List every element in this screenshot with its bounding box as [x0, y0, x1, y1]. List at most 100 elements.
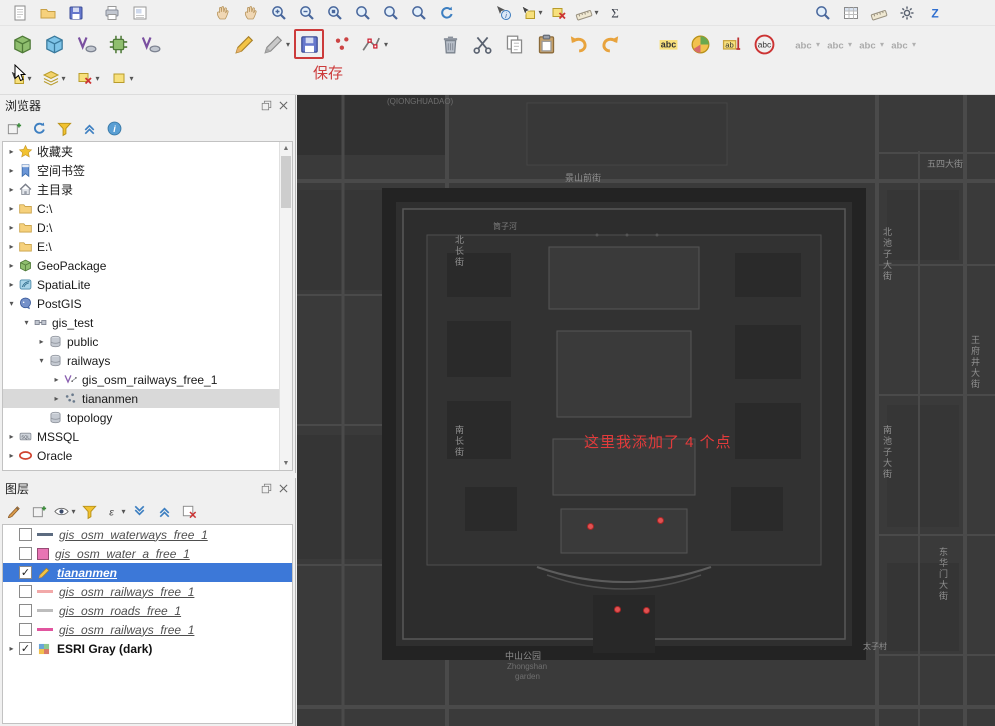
browser-item-gis-test[interactable]: ▾ gis_test [3, 313, 292, 332]
expander-icon[interactable]: ▾ [36, 356, 47, 365]
show-properties-button[interactable]: i [103, 117, 126, 140]
scroll-down-icon[interactable]: ▼ [280, 457, 292, 470]
save-layer-edits-button[interactable] [294, 29, 324, 59]
layer-checkbox[interactable] [19, 528, 32, 541]
expander-icon[interactable]: ▾ [21, 318, 32, 327]
expander-icon[interactable]: ▾ [6, 299, 17, 308]
browser-item-spatial-bookmarks[interactable]: ▸ 空间书签 [3, 161, 292, 180]
browser-scrollbar[interactable]: ▲ ▼ [279, 142, 292, 470]
expander-icon[interactable]: ▸ [6, 204, 17, 213]
expander-icon[interactable]: ▸ [6, 644, 17, 653]
dropdown-arrow-icon[interactable]: ▾ [121, 507, 125, 516]
dropdown-arrow-icon[interactable]: ▾ [71, 507, 75, 516]
zoom-next-button[interactable] [406, 1, 432, 25]
new-mesh-layer-button[interactable] [135, 29, 165, 59]
zoom-to-selection-button[interactable] [350, 1, 376, 25]
scroll-up-icon[interactable]: ▲ [280, 142, 292, 155]
browser-item-drive-e[interactable]: ▸ E:\ [3, 237, 292, 256]
layout-manager-button[interactable] [127, 1, 153, 25]
zoom-in-button[interactable] [266, 1, 292, 25]
browser-item-home[interactable]: ▸ 主目录 [3, 180, 292, 199]
layer-checkbox[interactable] [19, 604, 32, 617]
paste-features-button[interactable] [531, 29, 561, 59]
select-features-button[interactable]: ▾ [518, 1, 544, 25]
dropdown-arrow-icon[interactable]: ▾ [816, 40, 820, 49]
dropdown-arrow-icon[interactable]: ▾ [286, 40, 290, 49]
close-panel-icon[interactable] [277, 482, 290, 495]
dropdown-arrow-icon[interactable]: ▾ [95, 74, 99, 83]
identify-features-button[interactable]: i [490, 1, 516, 25]
browser-item-drive-c[interactable]: ▸ C:\ [3, 199, 292, 218]
layer-checkbox[interactable] [19, 547, 32, 560]
remove-layer-button[interactable] [178, 500, 201, 523]
open-attribute-table-button[interactable] [838, 1, 864, 25]
dropdown-arrow-icon[interactable]: ▾ [848, 40, 852, 49]
measure-line-button[interactable] [866, 1, 892, 25]
options-button[interactable] [894, 1, 920, 25]
dropdown-arrow-icon[interactable]: ▾ [880, 40, 884, 49]
pin-unpin-labels-button[interactable]: ab [717, 29, 747, 59]
expander-icon[interactable]: ▸ [51, 375, 62, 384]
expand-all-button[interactable] [128, 500, 151, 523]
layer-labeling-options-button[interactable]: abc [653, 29, 683, 59]
new-virtual-layer-button[interactable] [71, 29, 101, 59]
toggle-editing-button[interactable] [229, 29, 259, 59]
expander-icon[interactable]: ▸ [6, 242, 17, 251]
current-edits-button[interactable]: ▾ [261, 29, 291, 59]
redo-button[interactable] [595, 29, 625, 59]
delete-selected-button[interactable] [435, 29, 465, 59]
save-project-button[interactable] [63, 1, 89, 25]
rotate-label-button[interactable]: abc ▾ [823, 29, 853, 59]
close-panel-icon[interactable] [277, 99, 290, 112]
reselect-features-button[interactable]: ▾ [109, 66, 135, 90]
statistical-summary-button[interactable]: Σ [602, 1, 628, 25]
expander-icon[interactable]: ▸ [6, 432, 17, 441]
expander-icon[interactable]: ▸ [6, 185, 17, 194]
new-print-layout-button[interactable] [99, 1, 125, 25]
expander-icon[interactable]: ▸ [6, 451, 17, 460]
manage-map-themes-button[interactable]: ▾ [53, 500, 76, 523]
refresh-browser-button[interactable] [28, 117, 51, 140]
dropdown-arrow-icon[interactable]: ▾ [538, 8, 542, 17]
layer-item-roads[interactable]: gis_osm_roads_free_1 [3, 601, 292, 620]
layer-item-tiananmen[interactable]: ✓ tiananmen [3, 563, 292, 582]
layer-item-railways-2[interactable]: gis_osm_railways_free_1 [3, 620, 292, 639]
add-point-feature-button[interactable] [327, 29, 357, 59]
expander-icon[interactable]: ▸ [6, 166, 17, 175]
float-panel-icon[interactable] [260, 482, 273, 495]
deselect-all-features-button[interactable]: ▾ [75, 66, 101, 90]
browser-item-spatialite[interactable]: ▸ SpatiaLite [3, 275, 292, 294]
open-project-button[interactable] [35, 1, 61, 25]
change-label-button[interactable]: abc ▾ [855, 29, 885, 59]
float-panel-icon[interactable] [260, 99, 273, 112]
zoom-last-button[interactable] [378, 1, 404, 25]
refresh-map-button[interactable] [434, 1, 460, 25]
measure-button[interactable]: ▾ [574, 1, 600, 25]
dropdown-arrow-icon[interactable]: ▾ [384, 40, 388, 49]
layer-checkbox[interactable]: ✓ [19, 566, 32, 579]
dropdown-arrow-icon[interactable]: ▾ [594, 8, 598, 17]
label-properties-button[interactable]: abc ▾ [887, 29, 917, 59]
scrollbar-thumb[interactable] [281, 156, 291, 208]
browser-item-mssql[interactable]: ▸ SQL MSSQL [3, 427, 292, 446]
add-group-button[interactable] [28, 500, 51, 523]
layer-checkbox[interactable] [19, 585, 32, 598]
browser-item-railways[interactable]: ▾ railways [3, 351, 292, 370]
map-canvas[interactable]: (QIONGHUADAO) 景山前街 五四大街 北长街 南长街 北池子大街 南池子大街 王府井… [297, 95, 995, 726]
browser-item-public[interactable]: ▸ public [3, 332, 292, 351]
deselect-features-button[interactable] [546, 1, 572, 25]
plugin-z-button[interactable]: Z [922, 1, 948, 25]
vertex-tool-button[interactable]: ▾ [359, 29, 389, 59]
browser-item-favorites[interactable]: ▸ 收藏夹 [3, 142, 292, 161]
move-label-button[interactable]: abc ▾ [791, 29, 821, 59]
browser-item-tiananmen[interactable]: ▸ tiananmen [3, 389, 292, 408]
dropdown-arrow-icon[interactable]: ▾ [61, 74, 65, 83]
new-geopackage-layer-button[interactable] [7, 29, 37, 59]
browser-item-drive-d[interactable]: ▸ D:\ [3, 218, 292, 237]
locator-search-button[interactable] [810, 1, 836, 25]
expander-icon[interactable]: ▸ [51, 394, 62, 403]
expander-icon[interactable]: ▸ [6, 261, 17, 270]
select-features-by-value-button[interactable]: ▾ [41, 66, 67, 90]
filter-legend-button[interactable] [78, 500, 101, 523]
browser-item-oracle[interactable]: ▸ Oracle [3, 446, 292, 465]
